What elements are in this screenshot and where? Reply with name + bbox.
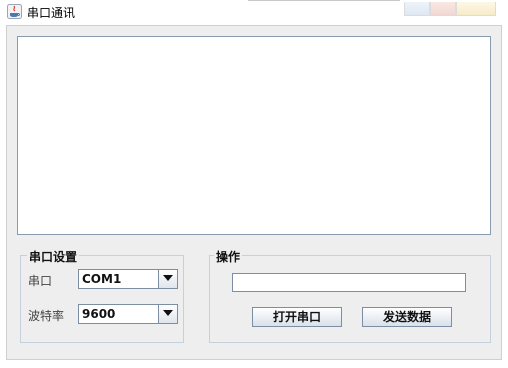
port-select[interactable]: COM1 xyxy=(78,269,178,289)
received-data-textarea[interactable] xyxy=(17,36,491,235)
window-title: 串口通讯 xyxy=(27,6,76,20)
baud-rate-label: 波特率 xyxy=(28,309,65,323)
title-bar-divider xyxy=(248,0,400,1)
port-label: 串口 xyxy=(28,274,53,288)
port-dropdown-button[interactable] xyxy=(158,270,177,288)
maximize-button[interactable] xyxy=(430,2,456,16)
java-cup-icon[interactable] xyxy=(7,4,22,19)
title-bar: 串口通讯 xyxy=(0,0,508,24)
serial-settings-legend: 串口设置 xyxy=(27,248,80,265)
baud-rate-select[interactable]: 9600 xyxy=(78,304,178,324)
send-data-input[interactable] xyxy=(232,273,466,292)
close-button[interactable] xyxy=(456,2,496,16)
operations-group: 操作 打开串口 发送数据 xyxy=(209,248,491,343)
send-data-button[interactable]: 发送数据 xyxy=(362,307,452,327)
open-port-button[interactable]: 打开串口 xyxy=(252,307,342,327)
operations-legend: 操作 xyxy=(214,248,243,265)
minimize-button[interactable] xyxy=(404,2,430,16)
baud-rate-select-value: 9600 xyxy=(82,307,116,321)
window-content: 串口设置 串口 COM1 波特率 9600 操作 打开串口 发送数据 xyxy=(6,25,502,360)
chevron-down-icon xyxy=(163,310,173,316)
baud-rate-dropdown-button[interactable] xyxy=(158,305,177,323)
serial-settings-group: 串口设置 串口 COM1 波特率 9600 xyxy=(20,248,184,343)
port-select-value: COM1 xyxy=(82,272,122,286)
chevron-down-icon xyxy=(163,275,173,281)
